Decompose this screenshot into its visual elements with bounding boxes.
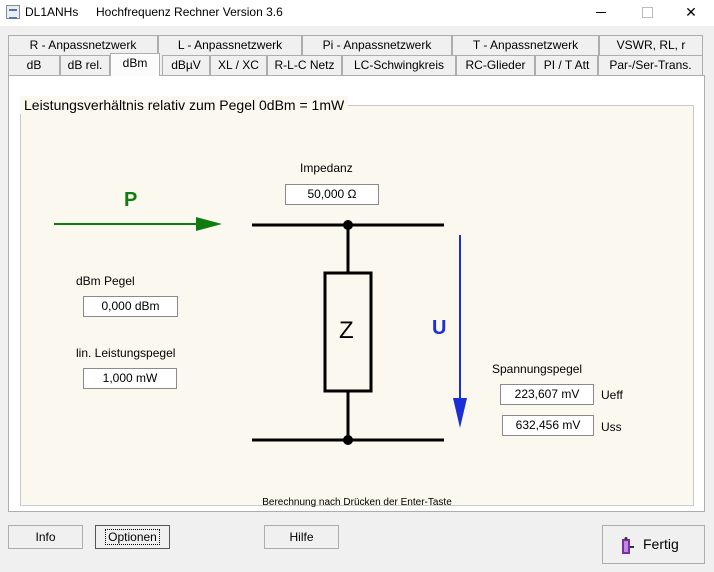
power-arrow-head <box>196 217 222 231</box>
uss-unit: Uss <box>601 420 622 434</box>
linear-power-field[interactable]: 1,000 mW <box>83 368 177 389</box>
tab-dbm[interactable]: dBm <box>110 53 160 76</box>
fertig-label: Fertig <box>643 536 679 552</box>
ueff-unit: Ueff <box>601 388 623 402</box>
voltage-level-label: Spannungspegel <box>492 362 583 376</box>
dbm-level-field[interactable]: 0,000 dBm <box>83 296 178 317</box>
info-button[interactable]: Info <box>8 525 83 549</box>
dbm-level-label: dBm Pegel <box>76 274 135 288</box>
linear-power-label: lin. Leistungspegel <box>76 346 176 360</box>
exit-door-icon <box>622 537 634 554</box>
resistor-label: Z <box>339 317 354 344</box>
optionen-button[interactable]: Optionen <box>95 525 170 549</box>
uss-field[interactable]: 632,456 mV <box>502 415 594 436</box>
voltage-arrow-head <box>453 398 467 428</box>
bottom-node <box>343 435 353 445</box>
calculation-note: Berechnung nach Drücken der Enter-Taste <box>262 497 452 508</box>
impedance-label: Impedanz <box>300 161 353 175</box>
voltage-arrow-label: U <box>432 317 446 339</box>
impedance-field[interactable]: 50,000 Ω <box>285 184 379 205</box>
power-arrow-label: P <box>124 189 137 211</box>
fertig-button[interactable]: Fertig <box>602 525 705 564</box>
group-title: Leistungsverhältnis relativ zum Pegel 0d… <box>20 96 349 114</box>
ueff-field[interactable]: 223,607 mV <box>500 384 594 405</box>
hilfe-button[interactable]: Hilfe <box>264 525 339 549</box>
top-node <box>343 220 353 230</box>
optionen-label: Optionen <box>105 529 160 545</box>
